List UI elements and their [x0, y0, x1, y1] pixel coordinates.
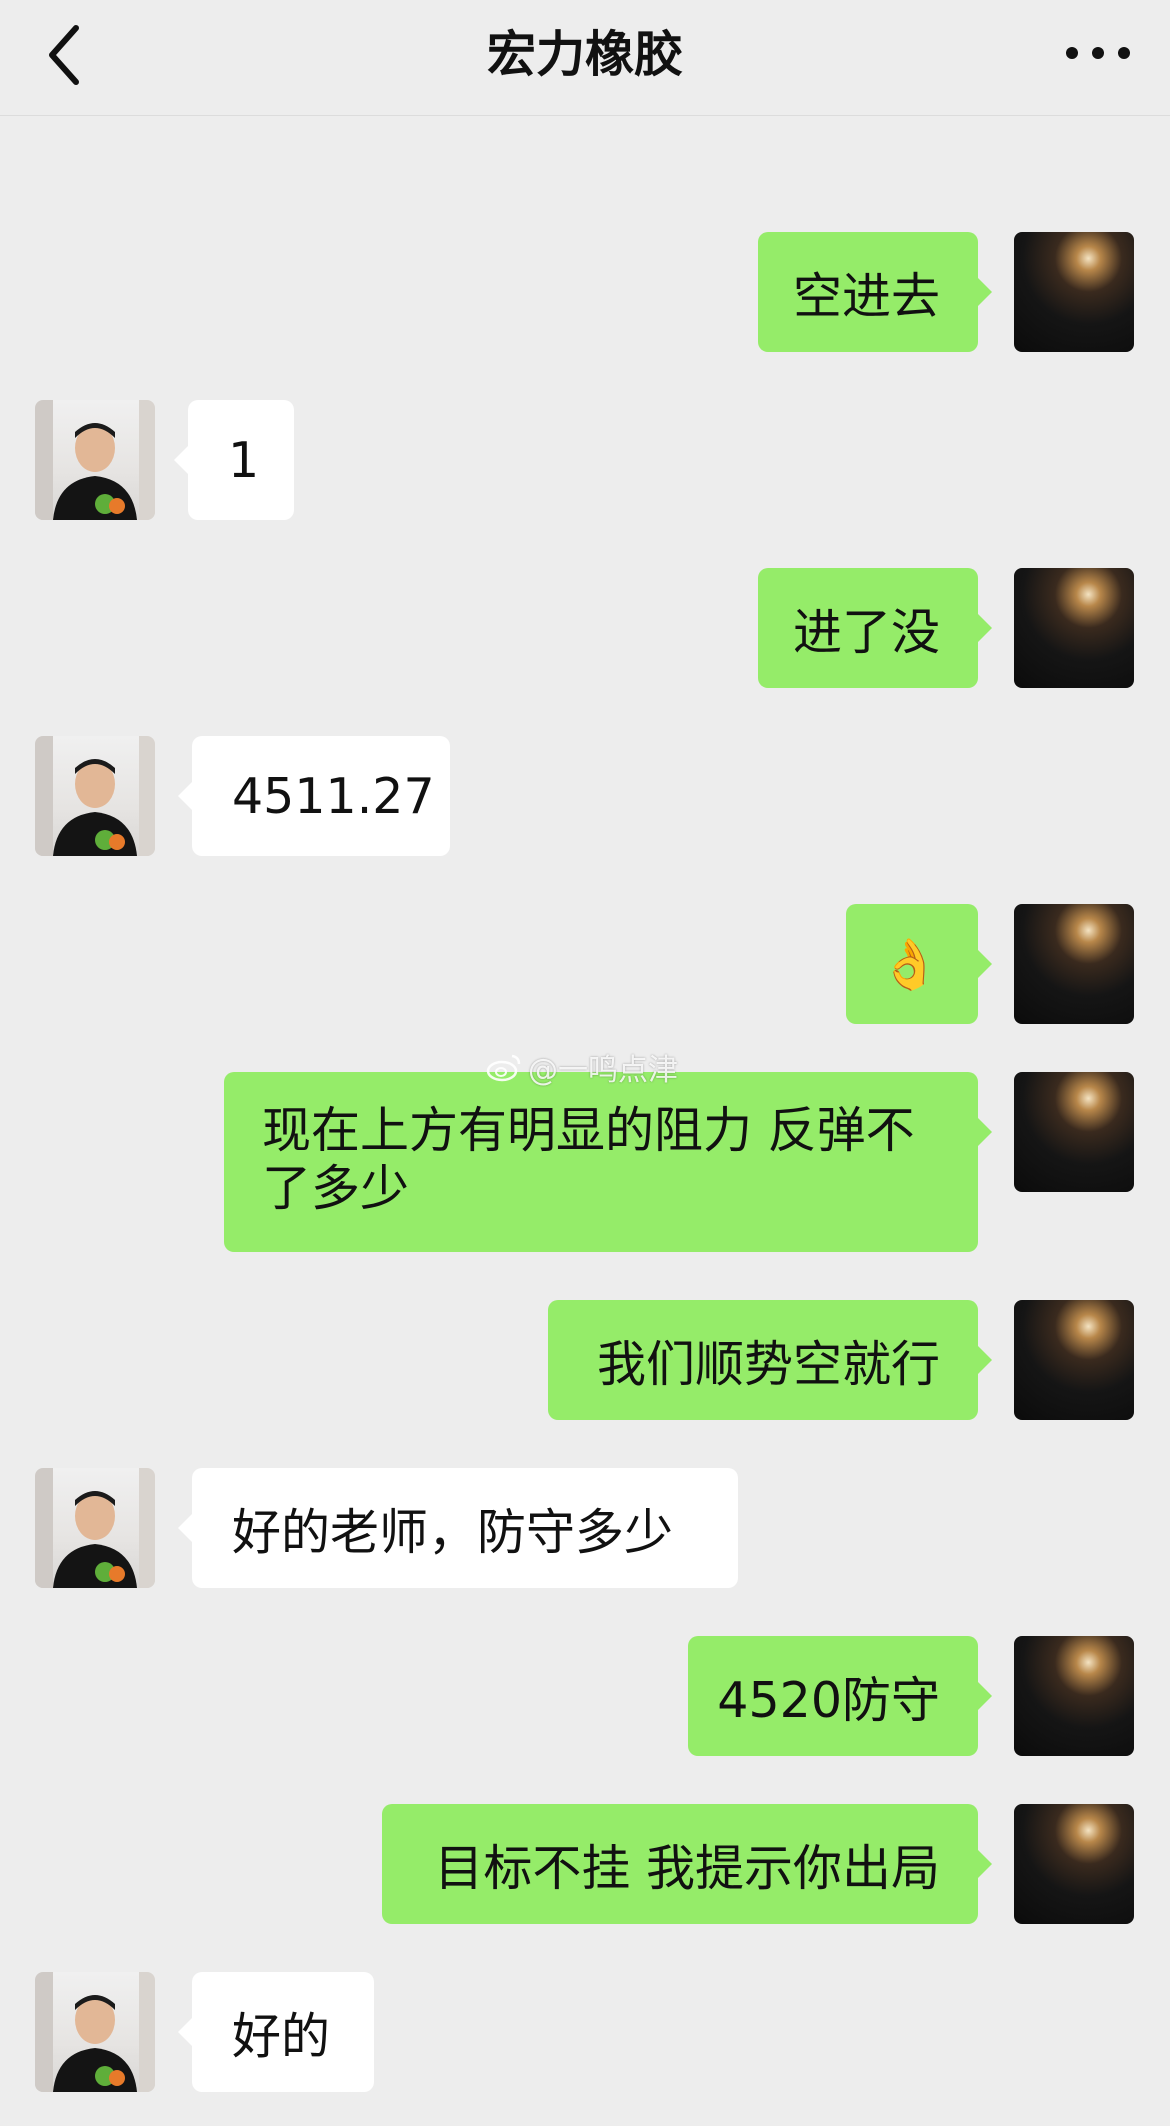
contact-avatar[interactable]	[35, 1468, 155, 1588]
my-avatar[interactable]	[1014, 1300, 1134, 1420]
more-dots-icon	[1066, 47, 1130, 59]
contact-photo	[35, 1468, 155, 1588]
message-text: 我们顺势空就行	[596, 1335, 940, 1393]
message-text: 4520防守	[717, 1671, 940, 1729]
message-bubble-outgoing[interactable]: 空进去	[758, 232, 992, 352]
message-bubble-outgoing[interactable]: 目标不挂 我提示你出局	[382, 1804, 992, 1924]
message-text: 好的老师，防守多少	[232, 1503, 674, 1561]
more-options-button[interactable]	[1060, 30, 1136, 76]
my-avatar[interactable]	[1014, 232, 1134, 352]
contact-avatar[interactable]	[35, 1972, 155, 2092]
my-avatar[interactable]	[1014, 568, 1134, 688]
message-bubble-incoming[interactable]: 4511.27	[178, 736, 450, 856]
message-bubble-incoming[interactable]: 1	[174, 400, 294, 520]
my-avatar[interactable]	[1014, 1636, 1134, 1756]
message-text: 4511.27	[232, 767, 435, 825]
my-avatar[interactable]	[1014, 904, 1134, 1024]
chat-title: 宏力橡胶	[486, 26, 683, 83]
weibo-watermark: @一鸣点津	[486, 1047, 678, 1088]
message-bubble-outgoing[interactable]: 我们顺势空就行	[548, 1300, 992, 1420]
my-avatar[interactable]	[1014, 1804, 1134, 1924]
contact-avatar[interactable]	[35, 400, 155, 520]
message-bubble-outgoing[interactable]: 👌	[846, 904, 992, 1024]
message-text: 空进去	[792, 267, 940, 325]
message-bubble-outgoing[interactable]: 现在上方有明显的阻力 反弹不了多少	[224, 1072, 992, 1252]
message-bubble-incoming[interactable]: 好的老师，防守多少	[178, 1468, 738, 1588]
watermark-text: @一鸣点津	[528, 1053, 678, 1088]
ok-hand-emoji: 👌	[878, 935, 940, 993]
top-navigation-bar: 宏力橡胶	[0, 0, 1170, 116]
contact-photo	[35, 400, 155, 520]
message-bubble-outgoing[interactable]: 4520防守	[688, 1636, 992, 1756]
message-bubble-outgoing[interactable]: 进了没	[758, 568, 992, 688]
message-text: 好的	[232, 2007, 331, 2065]
my-avatar[interactable]	[1014, 1072, 1134, 1192]
contact-photo	[35, 736, 155, 856]
contact-avatar[interactable]	[35, 736, 155, 856]
message-bubble-incoming[interactable]: 好的	[178, 1972, 374, 2092]
weibo-icon	[486, 1054, 521, 1082]
message-text: 目标不挂 我提示你出局	[434, 1839, 940, 1897]
message-text: 进了没	[792, 603, 940, 661]
message-text: 现在上方有明显的阻力 反弹不了多少	[262, 1102, 915, 1217]
chat-message-list: 空进去 1 进了没 4511.27 👌 现在上方有明显的阻力 反弹不了多少 我们…	[0, 116, 1170, 2126]
message-text: 1	[228, 431, 260, 489]
contact-photo	[35, 1972, 155, 2092]
